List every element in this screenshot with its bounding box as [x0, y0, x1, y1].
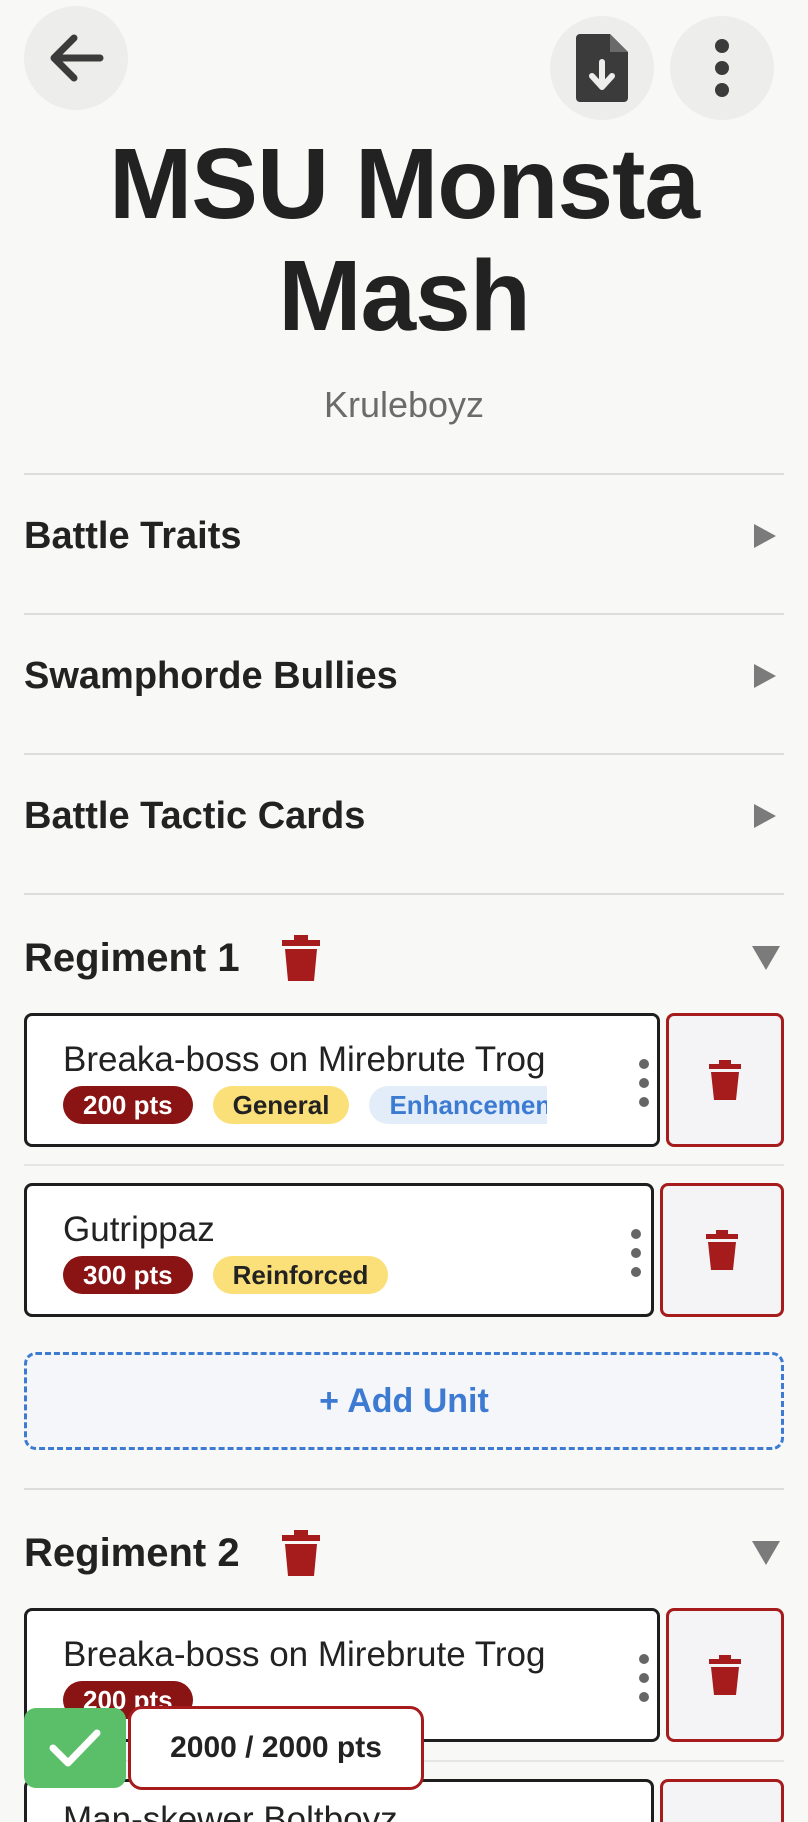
section-swamphorde-bullies[interactable]: Swamphorde Bullies: [24, 608, 784, 744]
delete-unit-button[interactable]: [666, 1013, 784, 1147]
expand-arrow-icon: [754, 664, 776, 688]
points-badge: 300 pts: [63, 1256, 193, 1294]
delete-unit-button[interactable]: [666, 1608, 784, 1742]
delete-regiment-button[interactable]: [280, 933, 322, 983]
trash-icon: [709, 1060, 741, 1100]
divider: [24, 1488, 784, 1490]
trash-icon: [281, 935, 320, 981]
file-download-icon: [576, 34, 628, 102]
unit-name: Man-skewer Boltboyz: [63, 1800, 398, 1822]
unit-badges: 200 pts General Enhancement: [63, 1086, 580, 1124]
delete-unit-button[interactable]: [660, 1779, 784, 1822]
collapse-arrow-icon: [752, 946, 780, 970]
unit-card[interactable]: Breaka-boss on Mirebrute Troggoth 200 pt…: [24, 1013, 660, 1147]
unit-menu-icon[interactable]: [629, 1648, 657, 1708]
reinforced-tag: Reinforced: [212, 1256, 389, 1294]
check-icon: [49, 1729, 101, 1767]
unit-name: Gutrippaz: [63, 1210, 215, 1249]
general-tag: General: [212, 1086, 350, 1124]
more-vertical-icon: [715, 39, 729, 97]
section-label: Swamphorde Bullies: [24, 654, 398, 697]
points-badge: 200 pts: [63, 1086, 193, 1124]
points-total[interactable]: 2000 / 2000 pts: [128, 1706, 424, 1790]
unit-badges: 300 pts Reinforced: [63, 1256, 389, 1294]
regiment-2-header[interactable]: Regiment 2: [24, 1513, 784, 1593]
divider: [24, 893, 784, 895]
divider: [24, 1164, 784, 1166]
top-bar: [0, 0, 808, 130]
back-button[interactable]: [24, 6, 128, 110]
validation-status[interactable]: [24, 1708, 126, 1788]
army-faction: Kruleboyz: [323, 384, 485, 425]
expand-arrow-icon: [754, 804, 776, 828]
regiment-label: Regiment 2: [24, 1530, 240, 1575]
export-button[interactable]: [550, 16, 654, 120]
delete-regiment-button[interactable]: [280, 1528, 322, 1578]
unit-menu-icon[interactable]: [621, 1223, 651, 1283]
more-options-button[interactable]: [670, 16, 774, 120]
trash-icon: [709, 1655, 741, 1695]
unit-card[interactable]: Gutrippaz 300 pts Reinforced: [24, 1183, 654, 1317]
expand-arrow-icon: [754, 524, 776, 548]
army-title: MSU Monsta Mash: [109, 128, 700, 352]
unit-name: Breaka-boss on Mirebrute Troggoth: [63, 1635, 614, 1674]
add-unit-button[interactable]: + Add Unit: [24, 1352, 784, 1450]
trash-icon: [281, 1530, 320, 1576]
section-label: Battle Traits: [24, 514, 242, 557]
section-battle-tactic-cards[interactable]: Battle Tactic Cards: [24, 748, 784, 884]
regiment-1-header[interactable]: Regiment 1: [24, 918, 784, 998]
unit-name: Breaka-boss on Mirebrute Troggoth: [63, 1040, 614, 1079]
trash-icon: [706, 1230, 738, 1270]
section-label: Battle Tactic Cards: [24, 794, 366, 837]
collapse-arrow-icon: [752, 1541, 780, 1565]
regiment-label: Regiment 1: [24, 935, 240, 980]
delete-unit-button[interactable]: [660, 1183, 784, 1317]
unit-menu-icon[interactable]: [629, 1053, 657, 1113]
arrow-left-icon: [50, 34, 104, 82]
section-battle-traits[interactable]: Battle Traits: [24, 468, 784, 604]
